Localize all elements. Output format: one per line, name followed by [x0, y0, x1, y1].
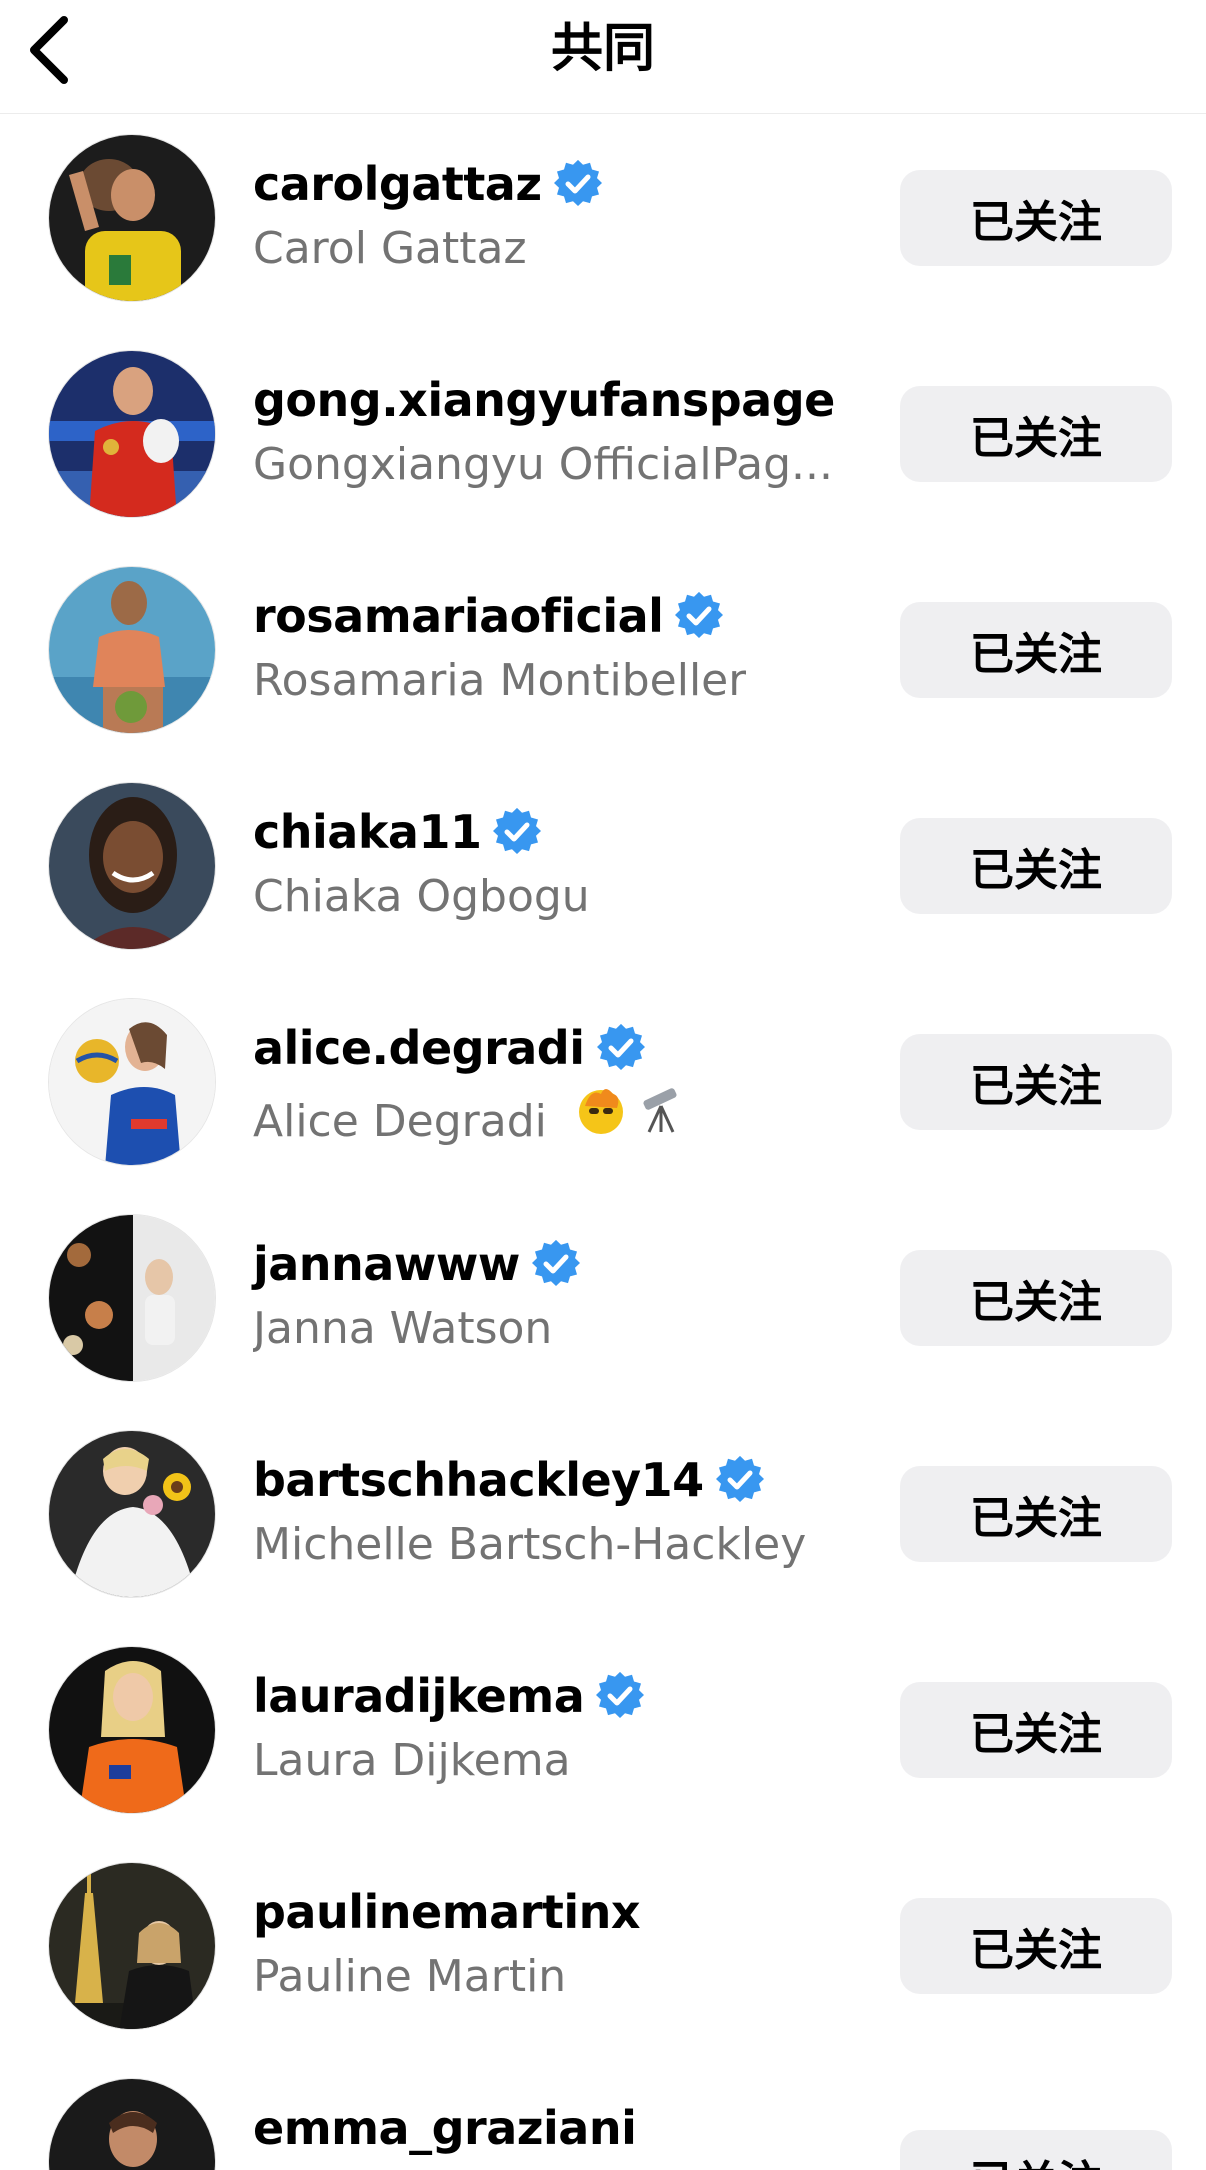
username[interactable]: chiaka11	[253, 805, 482, 859]
full-name: Carol Gattaz	[253, 223, 527, 274]
username[interactable]: rosamariaoficial	[253, 589, 664, 643]
username[interactable]: paulinemartinx	[253, 1885, 641, 1939]
following-button[interactable]: 已关注	[900, 1898, 1172, 1994]
full-name-text: Alice Degradi	[253, 1096, 547, 1147]
following-button[interactable]: 已关注	[900, 602, 1172, 698]
username[interactable]: lauradijkema	[253, 1669, 585, 1723]
full-name: Laura Dijkema	[253, 1735, 571, 1786]
username[interactable]: emma_graziani	[253, 2101, 637, 2155]
full-name: Pauline Martin	[253, 1951, 567, 2002]
avatar[interactable]	[48, 134, 216, 302]
verified-badge-icon	[596, 1672, 645, 1719]
avatar[interactable]	[48, 1646, 216, 1814]
avatar[interactable]	[48, 566, 216, 734]
verified-badge-icon	[675, 592, 724, 639]
username[interactable]: alice.degradi	[253, 1021, 585, 1075]
fire-face-emoji-icon	[578, 1089, 623, 1134]
list-item[interactable]: emma_graziani 已关注	[0, 2058, 1206, 2170]
following-button[interactable]: 已关注	[900, 2130, 1172, 2170]
verified-badge-icon	[493, 808, 542, 855]
following-button[interactable]: 已关注	[900, 170, 1172, 266]
verified-badge-icon	[531, 1240, 580, 1287]
following-button[interactable]: 已关注	[900, 386, 1172, 482]
list-item[interactable]: carolgattaz Carol Gattaz 已关注	[0, 114, 1206, 330]
full-name: Michelle Bartsch-Hackley	[253, 1519, 807, 1570]
telescope-emoji-icon	[643, 1088, 677, 1133]
following-button[interactable]: 已关注	[900, 1250, 1172, 1346]
following-button[interactable]: 已关注	[900, 1466, 1172, 1562]
username[interactable]: bartschhackley14	[253, 1453, 704, 1507]
avatar[interactable]	[48, 350, 216, 518]
full-name: Rosamaria Montibeller	[253, 655, 747, 706]
following-button[interactable]: 已关注	[900, 1034, 1172, 1130]
list-item[interactable]: bartschhackley14 Michelle Bartsch-Hackle…	[0, 1410, 1206, 1626]
list-item[interactable]: alice.degradi Alice Degradi 已关注	[0, 978, 1206, 1194]
verified-badge-icon	[553, 160, 602, 207]
username[interactable]: jannawww	[253, 1237, 520, 1291]
following-button[interactable]: 已关注	[900, 1682, 1172, 1778]
list-item[interactable]: paulinemartinx Pauline Martin 已关注	[0, 1842, 1206, 2058]
full-name: Janna Watson	[253, 1303, 553, 1354]
list-item[interactable]: chiaka11 Chiaka Ogbogu 已关注	[0, 762, 1206, 978]
full-name: Gongxiangyu OfficialPag...	[253, 439, 833, 490]
verified-badge-icon	[596, 1024, 645, 1071]
full-name: Alice Degradi	[253, 1084, 687, 1151]
top-bar: 共同	[0, 0, 1206, 114]
avatar[interactable]	[48, 2078, 216, 2170]
list-item[interactable]: gong.xiangyufanspage Gongxiangyu Officia…	[0, 330, 1206, 546]
avatar[interactable]	[48, 782, 216, 950]
list-item[interactable]: jannawww Janna Watson 已关注	[0, 1194, 1206, 1410]
username[interactable]: gong.xiangyufanspage	[253, 373, 835, 427]
following-button[interactable]: 已关注	[900, 818, 1172, 914]
username[interactable]: carolgattaz	[253, 157, 542, 211]
mutual-followers-list: carolgattaz Carol Gattaz 已关注 gong.xiangy…	[0, 114, 1206, 2170]
list-item[interactable]: lauradijkema Laura Dijkema 已关注	[0, 1626, 1206, 1842]
page-title: 共同	[550, 19, 655, 79]
avatar[interactable]	[48, 1862, 216, 2030]
avatar[interactable]	[48, 1214, 216, 1382]
full-name: Chiaka Ogbogu	[253, 871, 590, 922]
list-item[interactable]: rosamariaoficial Rosamaria Montibeller 已…	[0, 546, 1206, 762]
avatar[interactable]	[48, 1430, 216, 1598]
avatar[interactable]	[48, 998, 216, 1166]
verified-badge-icon	[715, 1456, 764, 1503]
